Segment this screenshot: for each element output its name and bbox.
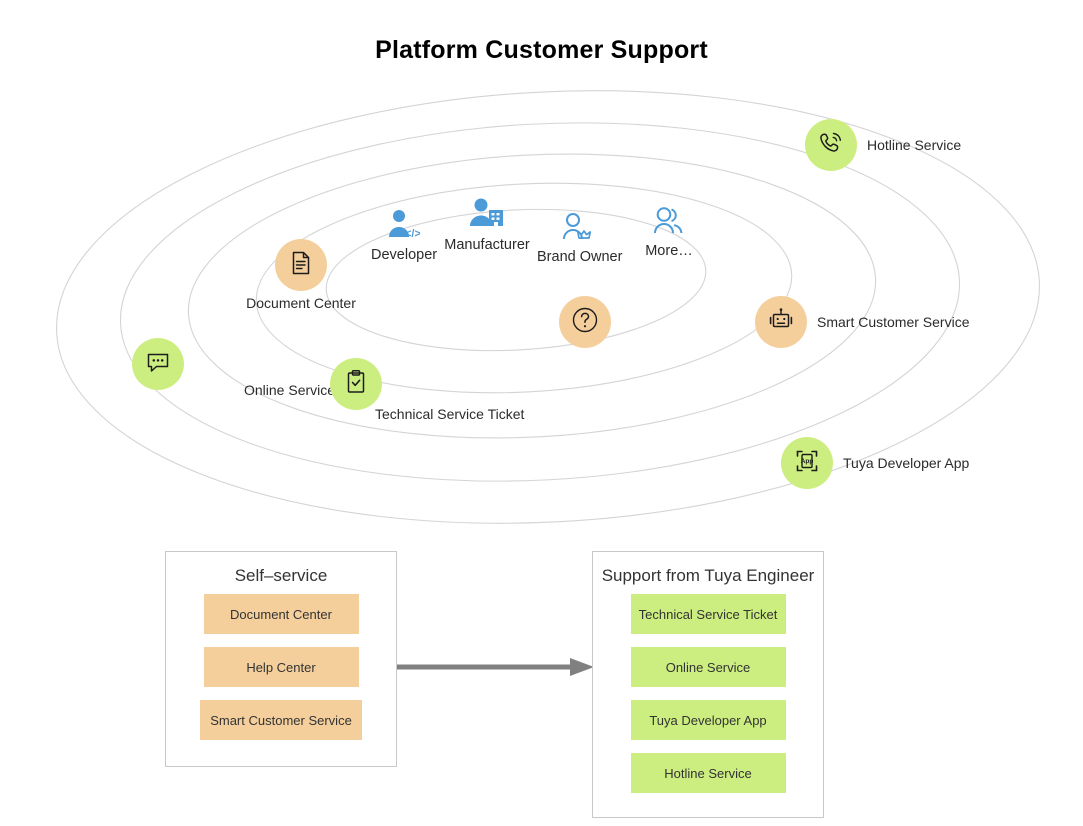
chat-icon (145, 350, 171, 379)
role-brand-owner[interactable]: Brand Owner (537, 212, 623, 266)
question-icon (570, 305, 600, 340)
badge-label: Tuya Developer App (843, 455, 970, 471)
badge-label: Technical Service Ticket (375, 406, 525, 422)
badge-online-service[interactable]: Online Service (132, 338, 335, 398)
panel-engineer-support: Support from Tuya Engineer Technical Ser… (592, 551, 824, 818)
svg-text:App: App (801, 458, 814, 465)
flow-arrow-icon (394, 658, 594, 676)
panel-item-label: Hotline Service (664, 765, 752, 781)
badge-label: Online Service (244, 382, 336, 398)
badge-circle: App (781, 437, 833, 489)
panel-item-document-center[interactable]: Document Center (203, 594, 359, 634)
badge-technical-service-ticket[interactable]: Technical Service Ticket (330, 358, 524, 422)
role-more[interactable]: More… (636, 206, 702, 260)
badge-circle (755, 296, 807, 348)
panel-item-list: Technical Service Ticket Online Service … (593, 594, 823, 793)
badge-label: Smart Customer Service (817, 314, 970, 330)
svg-text:</>: </> (405, 228, 420, 240)
badge-circle (330, 358, 382, 410)
badge-circle (805, 119, 857, 171)
panel-self-service: Self–service Document Center Help Center… (165, 551, 397, 767)
role-manufacturer[interactable]: Manufacturer (441, 198, 533, 254)
role-developer[interactable]: </> Developer (371, 208, 438, 264)
panel-title: Self–service (234, 566, 328, 585)
badge-label: Hotline Service (867, 137, 962, 153)
role-label: Developer (371, 247, 438, 263)
panel-item-label: Technical Service Ticket (638, 606, 778, 622)
panel-item-help-center[interactable]: Help Center (203, 647, 359, 687)
panel-item-technical-service-ticket[interactable]: Technical Service Ticket (630, 594, 786, 634)
badge-circle (275, 239, 327, 291)
app-icon: App (794, 448, 820, 479)
brand-owner-icon (537, 212, 619, 247)
role-label: Brand Owner (537, 249, 623, 265)
panel-item-label: Online Service (665, 659, 751, 675)
badge-tuya-developer-app[interactable]: App Tuya Developer App (781, 437, 969, 489)
phone-icon (818, 130, 844, 161)
panel-item-hotline-service[interactable]: Hotline Service (630, 753, 786, 793)
clipboard-icon (344, 369, 368, 400)
badge-help-center[interactable] (559, 296, 621, 348)
badge-circle (132, 338, 184, 390)
badge-document-center[interactable]: Document Center (246, 239, 356, 311)
role-label: More… (645, 243, 693, 259)
robot-icon (767, 306, 795, 339)
panel-item-label: Smart Customer Service (210, 712, 352, 728)
badge-smart-customer-service[interactable]: Smart Customer Service (755, 296, 969, 348)
developer-icon: </> (371, 208, 435, 245)
panel-item-label: Help Center (246, 659, 316, 675)
panel-item-smart-customer-service[interactable]: Smart Customer Service (200, 700, 362, 740)
page-title: Platform Customer Support (375, 36, 708, 64)
document-icon (289, 250, 313, 281)
role-label: Manufacturer (444, 237, 530, 253)
badge-hotline-service[interactable]: Hotline Service (805, 119, 961, 171)
panel-item-label: Document Center (230, 606, 332, 622)
badge-circle (559, 296, 611, 348)
panel-item-online-service[interactable]: Online Service (630, 647, 786, 687)
panel-item-tuya-developer-app[interactable]: Tuya Developer App (630, 700, 786, 740)
more-users-icon (636, 206, 702, 241)
panel-item-list: Document Center Help Center Smart Custom… (166, 594, 396, 740)
panel-item-label: Tuya Developer App (649, 712, 767, 728)
badge-label: Document Center (246, 295, 356, 311)
manufacturer-icon (441, 198, 533, 235)
panel-title: Support from Tuya Engineer (601, 566, 815, 585)
